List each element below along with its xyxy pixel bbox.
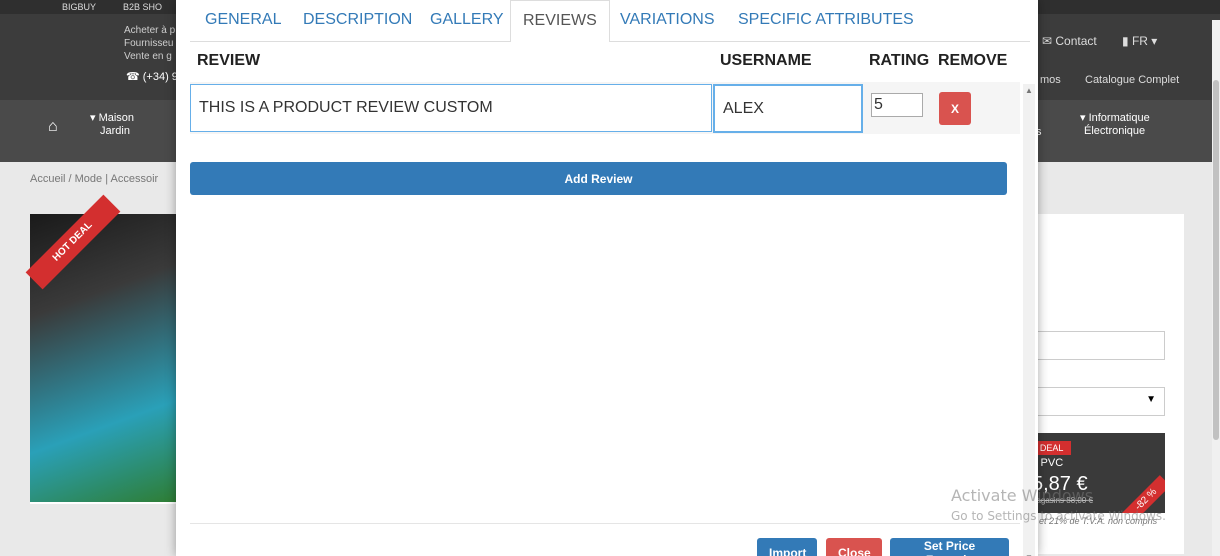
close-button[interactable]: Close [826,538,882,556]
footer-divider [190,523,1020,524]
tab-gallery[interactable]: GALLERY [418,0,516,42]
info-line: Acheter à p [124,25,176,36]
set-price-formula-button[interactable]: Set Price Formula [890,538,1009,556]
promos-link[interactable]: mos [1040,74,1061,86]
import-button[interactable]: Import [757,538,817,556]
rating-field[interactable] [871,93,923,117]
windows-activation-watermark: Activate Windows Go to Settings to activ… [951,486,1166,523]
home-icon[interactable]: ⌂ [48,118,58,136]
nav-maison-jardin[interactable]: ▾ Maison Jardin [90,112,134,138]
tab-variations[interactable]: VARIATIONS [608,0,727,42]
caret-icon: ▾ [1080,112,1089,124]
quantity-field[interactable] [1034,331,1165,360]
language-selector[interactable]: ▮ FR ▾ [1122,34,1157,48]
product-edit-modal: GENERAL DESCRIPTION GALLERY REVIEWS VARI… [176,0,1038,556]
nav-label: Maison [98,112,135,124]
page-scrollbar[interactable] [1212,20,1220,556]
caret-icon: ▾ [90,112,99,124]
column-header-username: USERNAME [720,52,812,69]
phone-number: ☎ (+34) 9 [126,71,178,83]
tab-specific-attributes[interactable]: SPECIFIC ATTRIBUTES [726,0,926,42]
reviews-table: REVIEW USERNAME RATING REMOVE X Add Revi… [190,42,1035,556]
catalog-link[interactable]: Catalogue Complet [1085,74,1179,86]
breadcrumb[interactable]: Accueil / Mode | Accessoir [30,173,158,185]
watermark-line: Activate Windows [951,486,1094,505]
option-select[interactable]: ▼ [1034,387,1165,416]
column-header-remove: REMOVE [938,52,1008,69]
flag-icon: ▮ [1122,34,1132,48]
b2b-link[interactable]: B2B SHO [123,2,162,12]
info-line: Fournisseu [124,38,174,49]
watermark-line: Go to Settings to activate Windows. [951,509,1166,523]
column-header-review: REVIEW [197,52,261,69]
nav-label: Informatique [1088,112,1150,124]
review-text-field[interactable] [190,84,712,132]
scrollbar-thumb[interactable] [1213,80,1219,440]
language-label: FR [1131,34,1148,48]
username-field[interactable] [713,84,863,133]
tab-description[interactable]: DESCRIPTION [291,0,424,42]
tab-bar: GENERAL DESCRIPTION GALLERY REVIEWS VARI… [190,0,1030,43]
chevron-down-icon: ▼ [1146,394,1156,405]
contact-link[interactable]: ✉ Contact [1042,34,1097,48]
remove-review-button[interactable]: X [939,92,971,125]
header-info: Acheter à p Fournisseu Vente en g [124,24,175,63]
nav-label: Jardin [100,125,130,137]
info-line: Vente en g [124,51,172,62]
column-header-rating: RATING [869,52,930,69]
nav-label: Électronique [1084,125,1146,137]
add-review-button[interactable]: Add Review [190,162,1007,195]
tab-general[interactable]: GENERAL [193,0,293,42]
bigbuy-link[interactable]: BIGBUY [62,2,96,12]
tab-reviews[interactable]: REVIEWS [510,0,610,43]
scroll-up-icon[interactable]: ▲ [1025,86,1033,95]
nav-informatique[interactable]: ▾ Informatique Électronique [1080,112,1150,138]
